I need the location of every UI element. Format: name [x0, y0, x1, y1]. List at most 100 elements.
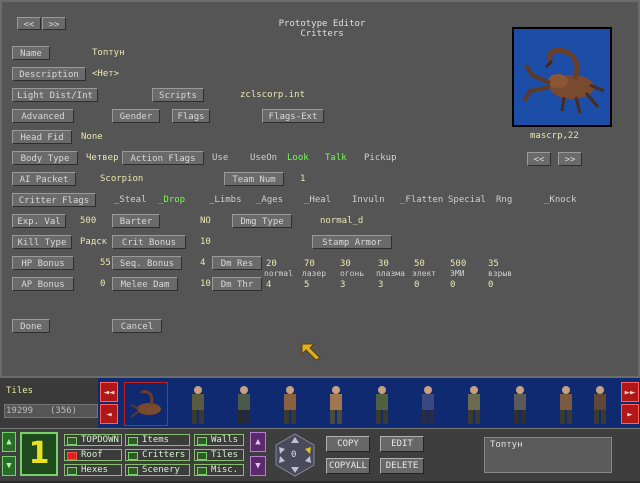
dm-thr-fire: 3 [340, 280, 346, 290]
seq-bonus-button[interactable]: Seq. Bonus [112, 256, 182, 270]
stamp-armor-button[interactable]: Stamp Armor [312, 235, 392, 249]
character-icon [594, 386, 606, 424]
character-icon [422, 386, 434, 424]
kill-type-button[interactable]: Kill Type [12, 235, 72, 249]
scripts-button[interactable]: Scripts [152, 88, 204, 102]
strip-thumb-2[interactable] [176, 382, 220, 426]
level-up-arrow-icon[interactable]: ▲ [2, 432, 16, 452]
critter-flag-limbs[interactable]: _Limbs [209, 194, 242, 206]
dm-thr-emp: 0 [450, 280, 456, 290]
dmg-type-value: normal_d [320, 216, 364, 226]
team-num-button[interactable]: Team Num [224, 172, 284, 186]
critter-flag-drop[interactable]: _Drop [158, 194, 185, 206]
strip-thumb-8[interactable] [452, 382, 496, 426]
ap-bonus-value: 0 [100, 279, 106, 289]
exp-val-button[interactable]: Exp. Val [12, 214, 66, 228]
action-flag-pickup[interactable]: Pickup [364, 152, 397, 164]
strip-thumb-7[interactable] [406, 382, 450, 426]
dm-thr-electrical: 0 [414, 280, 420, 290]
flags-ext-button[interactable]: Flags-Ext [262, 109, 324, 123]
misc-toggle[interactable]: Misc. [194, 464, 244, 476]
critters-toggle[interactable]: Critters [125, 449, 190, 461]
image-next-button[interactable]: >> [558, 152, 582, 166]
light-dist-button[interactable]: Light Dist/Int [12, 88, 98, 102]
body-type-button[interactable]: Body Type [12, 151, 78, 165]
strip-thumb-9[interactable] [498, 382, 542, 426]
edit-button[interactable]: EDIT [380, 436, 424, 452]
strip-thumb-5[interactable] [314, 382, 358, 426]
checkbox-icon [197, 437, 207, 445]
kill-type-value: Радск [80, 237, 108, 247]
barter-button[interactable]: Barter [112, 214, 160, 228]
copyall-button[interactable]: COPYALL [326, 458, 370, 474]
ai-packet-button[interactable]: AI Packet [12, 172, 76, 186]
strip-category-label: Tiles [6, 386, 34, 396]
critter-flag-flatten[interactable]: _Flatten [400, 194, 443, 206]
scroll-down-arrow-icon[interactable]: ▼ [250, 456, 266, 476]
head-fid-button[interactable]: Head Fid [12, 130, 72, 144]
character-icon [330, 386, 342, 424]
character-icon [376, 386, 388, 424]
crit-bonus-button[interactable]: Crit Bonus [112, 235, 186, 249]
dm-thr-explosion: 0 [488, 280, 494, 290]
strip-right-button[interactable]: ► [621, 404, 639, 424]
critter-flag-special[interactable]: Special [448, 194, 486, 206]
walls-toggle[interactable]: Walls [194, 434, 244, 446]
critter-preview-image [512, 27, 612, 127]
exp-val-value: 500 [80, 216, 97, 226]
critter-flags-button[interactable]: Critter Flags [12, 193, 96, 207]
character-icon [284, 386, 296, 424]
critter-flag-ages[interactable]: _Ages [256, 194, 283, 206]
hexes-toggle[interactable]: Hexes [64, 464, 122, 476]
gender-button[interactable]: Gender [112, 109, 160, 123]
critter-flag-rng[interactable]: Rng [496, 194, 512, 206]
mapper-toolbar: ▲ ▼ 1 TOPDOWN Roof Hexes Items Critters … [0, 428, 640, 481]
checkbox-icon [128, 467, 138, 475]
action-flag-use[interactable]: Use [212, 152, 228, 164]
checkbox-icon [67, 467, 77, 475]
scorpion-thumb-icon [130, 390, 161, 418]
critter-flag-invuln[interactable]: Invuln [352, 194, 385, 206]
critter-flag-knock[interactable]: _Knock [544, 194, 577, 206]
roof-toggle[interactable]: Roof [64, 449, 122, 461]
strip-fast-right-button[interactable]: ►► [621, 382, 639, 402]
strip-thumb-3[interactable] [222, 382, 266, 426]
copy-button[interactable]: COPY [326, 436, 370, 452]
delete-button[interactable]: DELETE [380, 458, 424, 474]
scroll-up-arrow-icon[interactable]: ▲ [250, 432, 266, 452]
critter-flag-steal[interactable]: _Steal [114, 194, 147, 206]
scenery-toggle[interactable]: Scenery [125, 464, 190, 476]
strip-thumb-selected[interactable] [124, 382, 168, 426]
critter-flag-heal[interactable]: _Heal [304, 194, 331, 206]
hp-bonus-button[interactable]: HP Bonus [12, 256, 74, 270]
action-flag-useon[interactable]: UseOn [250, 152, 277, 164]
name-button[interactable]: Name [12, 46, 50, 60]
dmg-type-button[interactable]: Dmg Type [232, 214, 292, 228]
character-icon [238, 386, 250, 424]
action-flag-look[interactable]: Look [287, 152, 309, 164]
done-button[interactable]: Done [12, 319, 50, 333]
ap-bonus-button[interactable]: AP Bonus [12, 277, 74, 291]
items-toggle[interactable]: Items [125, 434, 190, 446]
topdown-toggle[interactable]: TOPDOWN [64, 434, 122, 446]
strip-thumb-4[interactable] [268, 382, 312, 426]
strip-left-button[interactable]: ◄ [100, 404, 118, 424]
advanced-button[interactable]: Advanced [12, 109, 74, 123]
melee-dam-button[interactable]: Melee Dam [112, 277, 178, 291]
strip-fast-left-button[interactable]: ◄◄ [100, 382, 118, 402]
tiles-toggle[interactable]: Tiles [194, 449, 244, 461]
strip-index: (356) [50, 406, 78, 416]
level-down-arrow-icon[interactable]: ▼ [2, 456, 16, 476]
dm-thr-button[interactable]: Dm Thr [212, 277, 262, 291]
image-prev-button[interactable]: << [527, 152, 551, 166]
action-flags-button[interactable]: Action Flags [122, 151, 204, 165]
action-flag-talk[interactable]: Talk [325, 152, 347, 164]
dm-res-button[interactable]: Dm Res [212, 256, 262, 270]
strip-count: 19299 [6, 406, 34, 416]
strip-thumb-6[interactable] [360, 382, 404, 426]
flags-button[interactable]: Flags [172, 109, 210, 123]
rotation-value: 0 [291, 450, 297, 460]
strip-thumb-11[interactable] [578, 382, 622, 426]
cancel-button[interactable]: Cancel [112, 319, 162, 333]
description-button[interactable]: Description [12, 67, 86, 81]
